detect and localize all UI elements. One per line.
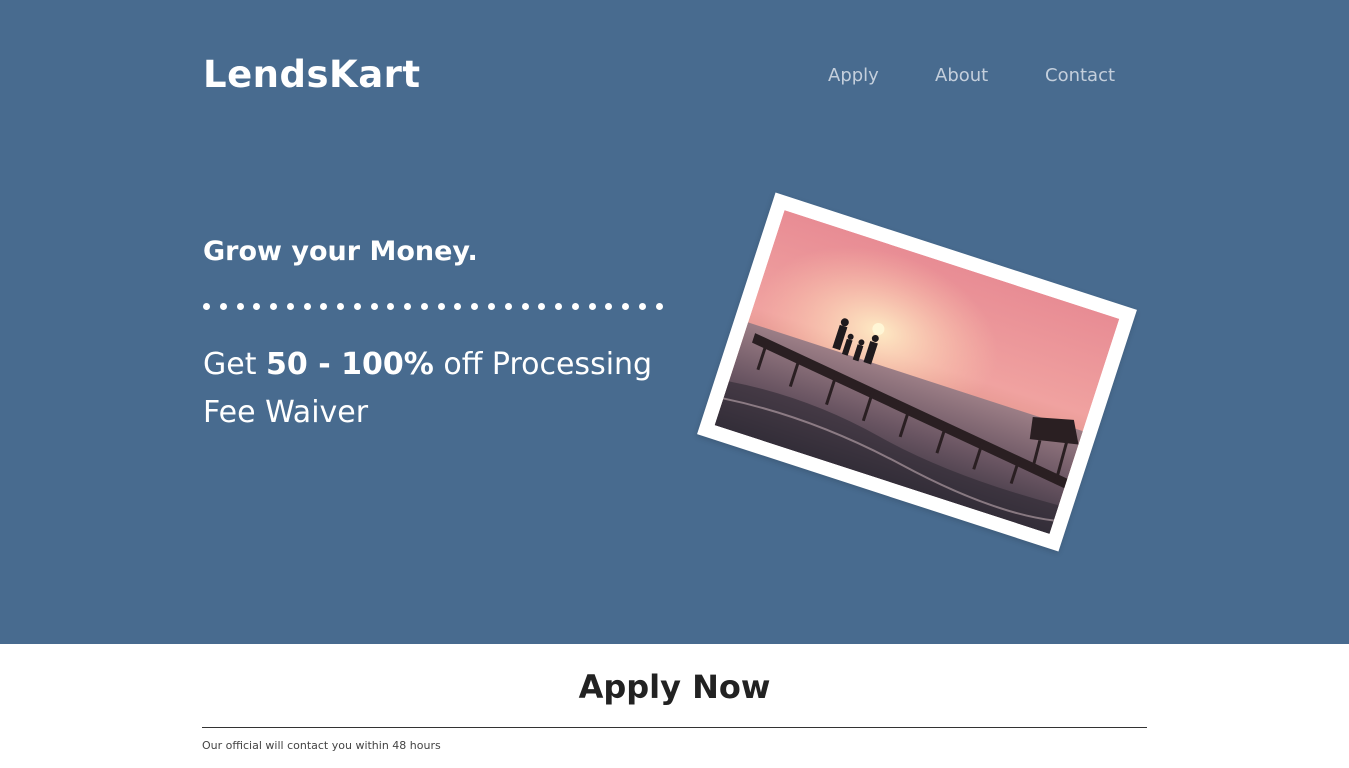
divider-dot [504, 303, 512, 310]
nav-link-about[interactable]: About [935, 62, 988, 90]
divider-dot [404, 303, 412, 310]
divider-dot [605, 303, 613, 310]
divider-dot [454, 303, 462, 310]
offer-text: Get 50 - 100% off Processing Fee Waiver [203, 341, 673, 437]
divider-dot [219, 303, 227, 310]
divider-dot [588, 303, 596, 310]
hero-headline: Grow your Money. [203, 236, 478, 267]
divider-dot [387, 303, 395, 310]
hero-section: LendsKart Apply About Contact Grow your … [0, 0, 1349, 644]
divider-dot [571, 303, 579, 310]
divider-dot [488, 303, 496, 310]
top-nav: Apply About Contact [0, 62, 1349, 92]
nav-link-contact[interactable]: Contact [1045, 62, 1115, 90]
divider-dot [337, 303, 345, 310]
divider-dot [655, 303, 663, 310]
divider-dot [303, 303, 311, 310]
sunset-pier-photo [714, 210, 1120, 534]
divider-dot [353, 303, 361, 310]
apply-now-heading: Apply Now [578, 668, 771, 706]
divider-dot [286, 303, 294, 310]
family-photo [697, 192, 1137, 552]
divider-dot [471, 303, 479, 310]
divider-dot [538, 303, 546, 310]
contact-note: Our official will contact you within 48 … [202, 739, 441, 752]
divider-dot [236, 303, 244, 310]
divider-dot [521, 303, 529, 310]
divider-dot [203, 303, 210, 310]
divider-dot [370, 303, 378, 310]
divider-dot [437, 303, 445, 310]
offer-prefix: Get [203, 347, 267, 382]
divider-dot [253, 303, 261, 310]
divider-dot [638, 303, 646, 310]
divider-dot [320, 303, 328, 310]
dotted-divider [203, 303, 663, 311]
offer-discount: 50 - 100% [266, 347, 434, 382]
nav-link-apply[interactable]: Apply [828, 62, 879, 90]
divider-dot [555, 303, 563, 310]
section-divider [202, 727, 1147, 728]
divider-dot [622, 303, 630, 310]
divider-dot [270, 303, 278, 310]
divider-dot [420, 303, 428, 310]
